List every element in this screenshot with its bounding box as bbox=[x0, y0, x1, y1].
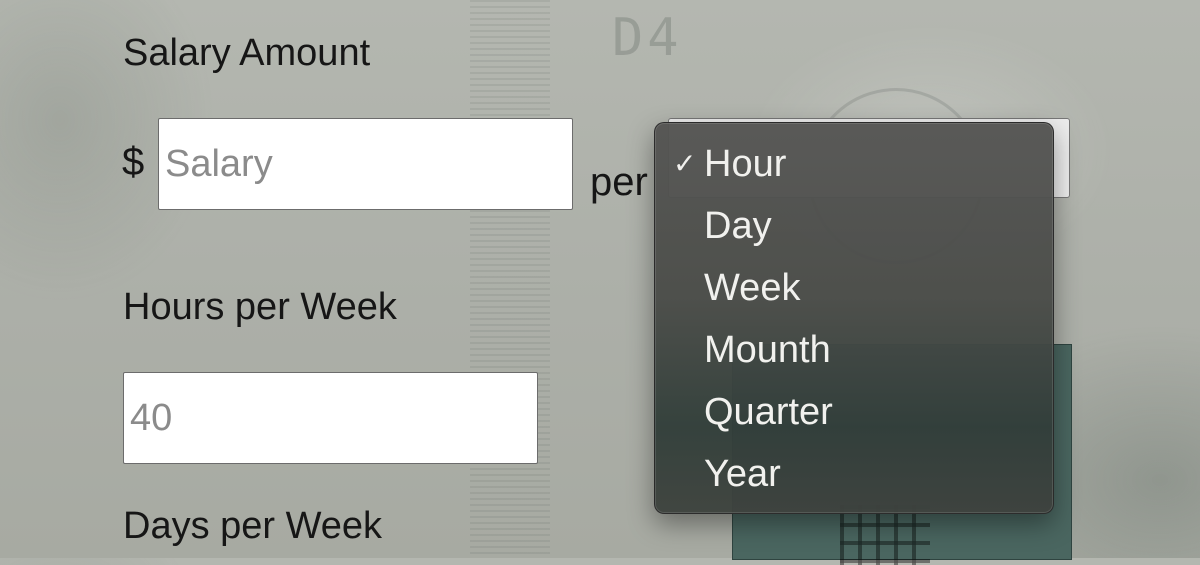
days-per-week-label: Days per Week bbox=[123, 505, 383, 547]
background-note-band bbox=[470, 0, 550, 558]
background-serial-text: D4 bbox=[612, 8, 683, 68]
period-option-month[interactable]: Mounth bbox=[655, 319, 1053, 381]
currency-symbol: $ bbox=[122, 140, 145, 184]
checkmark-icon: ✓ bbox=[673, 148, 697, 179]
background-qr-pattern bbox=[840, 505, 930, 565]
period-option-label: Year bbox=[704, 453, 781, 495]
period-dropdown-menu: ✓ Hour Day Week Mounth Quarter Year bbox=[654, 122, 1054, 514]
hours-per-week-label: Hours per Week bbox=[123, 286, 397, 328]
period-option-hour[interactable]: ✓ Hour bbox=[655, 133, 1053, 195]
period-option-label: Quarter bbox=[704, 391, 833, 433]
salary-amount-label: Salary Amount bbox=[123, 32, 371, 74]
period-option-label: Day bbox=[704, 205, 772, 247]
period-option-label: Mounth bbox=[704, 329, 831, 371]
period-option-quarter[interactable]: Quarter bbox=[655, 381, 1053, 443]
period-option-day[interactable]: Day bbox=[655, 195, 1053, 257]
period-option-label: Hour bbox=[704, 143, 787, 185]
period-option-week[interactable]: Week bbox=[655, 257, 1053, 319]
period-option-year[interactable]: Year bbox=[655, 443, 1053, 505]
period-option-label: Week bbox=[704, 267, 801, 309]
hours-per-week-input[interactable] bbox=[123, 372, 538, 464]
salary-input[interactable] bbox=[158, 118, 573, 210]
per-label: per bbox=[590, 160, 648, 204]
